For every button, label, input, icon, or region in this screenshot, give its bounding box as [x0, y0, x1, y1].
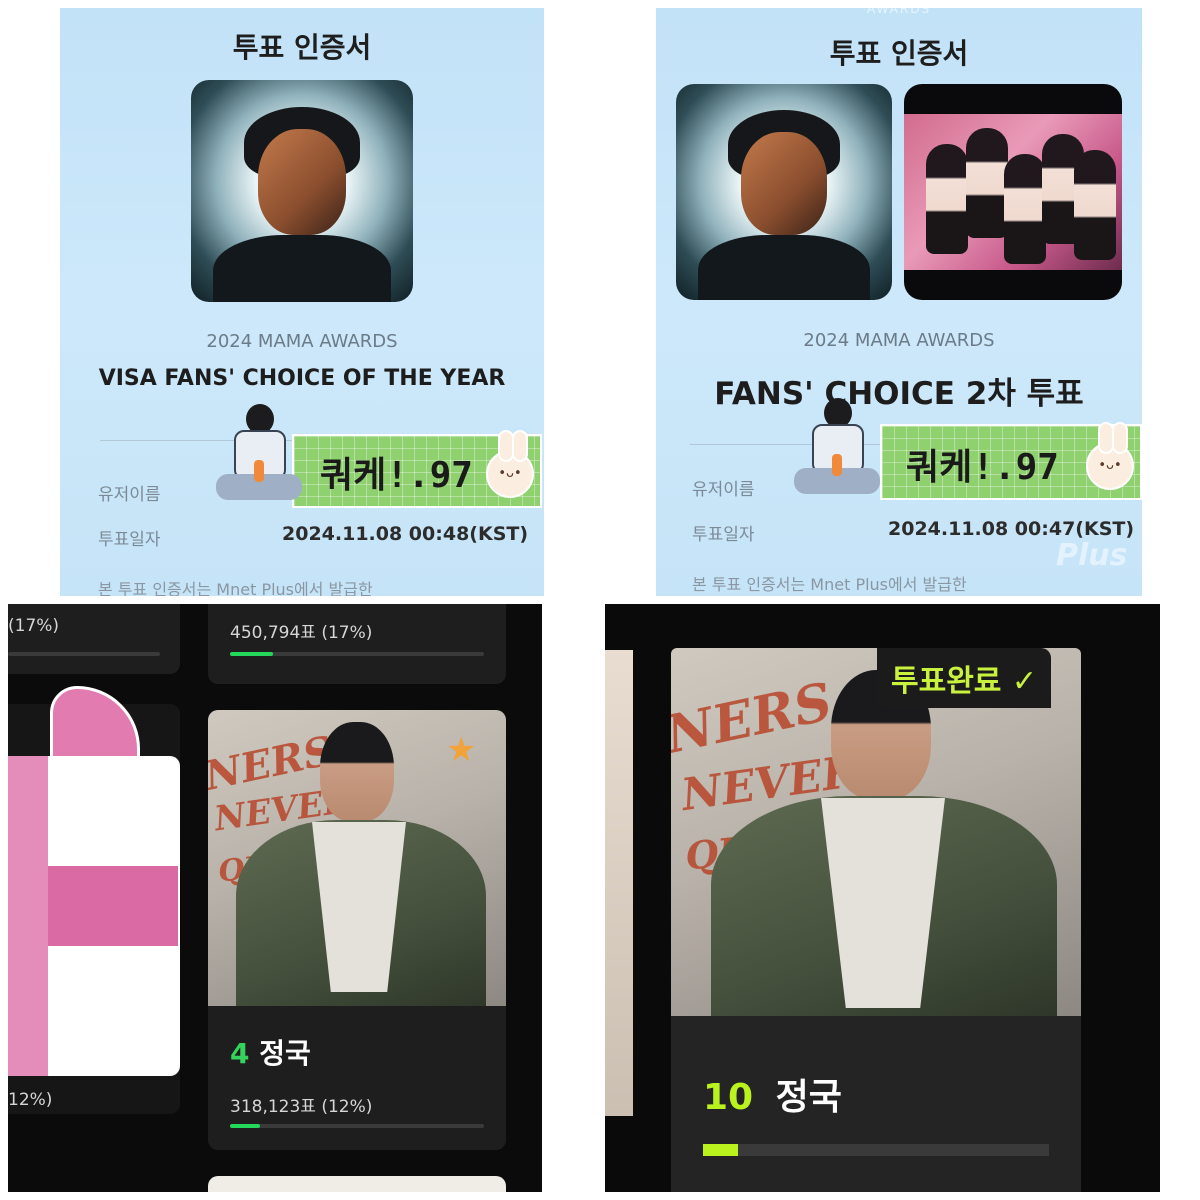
vote-progress-fill — [230, 1124, 261, 1128]
vote-progress-bar — [703, 1144, 1049, 1156]
artist-vote-card[interactable]: NERS NEVER QUIT 투표완료 ✓ 10 정국 — [671, 648, 1081, 1192]
adjacent-card-edge — [605, 650, 633, 1116]
artist-name: 정국 — [775, 1077, 842, 1118]
vote-progress-bar — [8, 652, 160, 656]
mnet-plus-watermark: Plus — [1056, 538, 1128, 573]
user-name-sticker: 쿼케!.97 •ᴗ• — [790, 392, 1142, 514]
user-name-label: 유저이름 — [692, 480, 755, 500]
award-subtitle: 2024 MAMA AWARDS — [206, 331, 398, 352]
collage-root: 투표 인증서 2024 MAMA AWARDS VISA FANS' CHOIC… — [0, 0, 1200, 1200]
certificate-title: 투표 인증서 — [829, 37, 969, 70]
vote-count: 12%) — [8, 1090, 53, 1110]
user-name-label: 유저이름 — [98, 485, 161, 505]
group-photo — [904, 84, 1122, 300]
artist-photo — [191, 80, 413, 302]
vote-date-label: 투표일자 — [692, 525, 755, 545]
bunny-sticker-icon: •ᴗ• — [486, 430, 534, 498]
artist-photo: NERS NEVER QUIT ★ — [208, 710, 506, 1006]
certificate-footnote: 본 투표 인증서는 Mnet Plus에서 발급한 — [98, 580, 373, 596]
certificate-title: 투표 인증서 — [232, 31, 372, 64]
vote-progress-fill — [703, 1144, 738, 1156]
vote-count: (17%) — [8, 616, 60, 636]
award-name: VISA FANS' CHOICE OF THE YEAR — [98, 366, 506, 391]
vote-count: 318,123표 (12%) — [230, 1097, 373, 1117]
vote-certificate-right: AWARDS 투표 인증서 2024 MAMA AWARDS FANS' CHO… — [656, 8, 1142, 596]
photo-body — [213, 235, 391, 302]
mini-person-sticker — [216, 404, 306, 514]
vote-card-partial[interactable]: (17%) — [8, 604, 180, 674]
photo-face — [257, 128, 347, 236]
awards-peek-text: AWARDS — [866, 8, 932, 16]
next-vote-card[interactable] — [208, 1176, 506, 1192]
artist-head — [320, 722, 394, 822]
artist-vote-card[interactable]: NERS NEVER QUIT ★ 4 정국 318,123표 (12%) — [208, 710, 506, 1150]
rank-number: 4 — [230, 1037, 250, 1070]
user-name-value: 쿼케!.97 — [906, 447, 1059, 488]
vote-card-zoomed: NERS NEVER QUIT 투표완료 ✓ 10 정국 — [605, 604, 1160, 1192]
rank-and-name: 10 정국 — [703, 1068, 842, 1120]
vote-progress-bar — [230, 652, 484, 656]
artist-photo — [676, 84, 892, 300]
pink-bow-sticker — [8, 686, 180, 1078]
vote-certificate-left: 투표 인증서 2024 MAMA AWARDS VISA FANS' CHOIC… — [60, 8, 544, 596]
vote-date-value: 2024.11.08 00:48(KST) — [282, 523, 529, 545]
artist-name: 정국 — [259, 1037, 311, 1070]
vote-count: 450,794표 (17%) — [230, 623, 373, 643]
vote-date-label: 투표일자 — [98, 530, 161, 550]
vote-complete-label: 투표완료 ✓ — [891, 664, 1037, 699]
vote-card[interactable]: 450,794표 (17%) — [208, 604, 506, 684]
mini-person-sticker — [794, 398, 884, 508]
star-icon: ★ — [446, 730, 477, 770]
vote-complete-badge: 투표완료 ✓ — [877, 648, 1051, 708]
vote-list-left: (17%) 450,794표 (17%) 12%) NERS NEVER QUI… — [8, 604, 542, 1192]
rank-and-name: 4 정국 — [230, 1032, 311, 1072]
user-name-value: 쿼케!.97 — [320, 455, 473, 496]
vote-progress-bar — [230, 1124, 484, 1128]
rank-number: 10 — [703, 1077, 754, 1118]
vote-progress-fill — [230, 652, 274, 656]
certificate-footnote: 본 투표 인증서는 Mnet Plus에서 발급한 — [692, 575, 967, 594]
bunny-sticker-icon: •ᴗ• — [1086, 422, 1134, 490]
award-subtitle: 2024 MAMA AWARDS — [803, 330, 995, 351]
vote-date-value: 2024.11.08 00:47(KST) — [888, 518, 1135, 540]
user-name-sticker: 쿼케!.97 •ᴗ• — [216, 400, 544, 520]
